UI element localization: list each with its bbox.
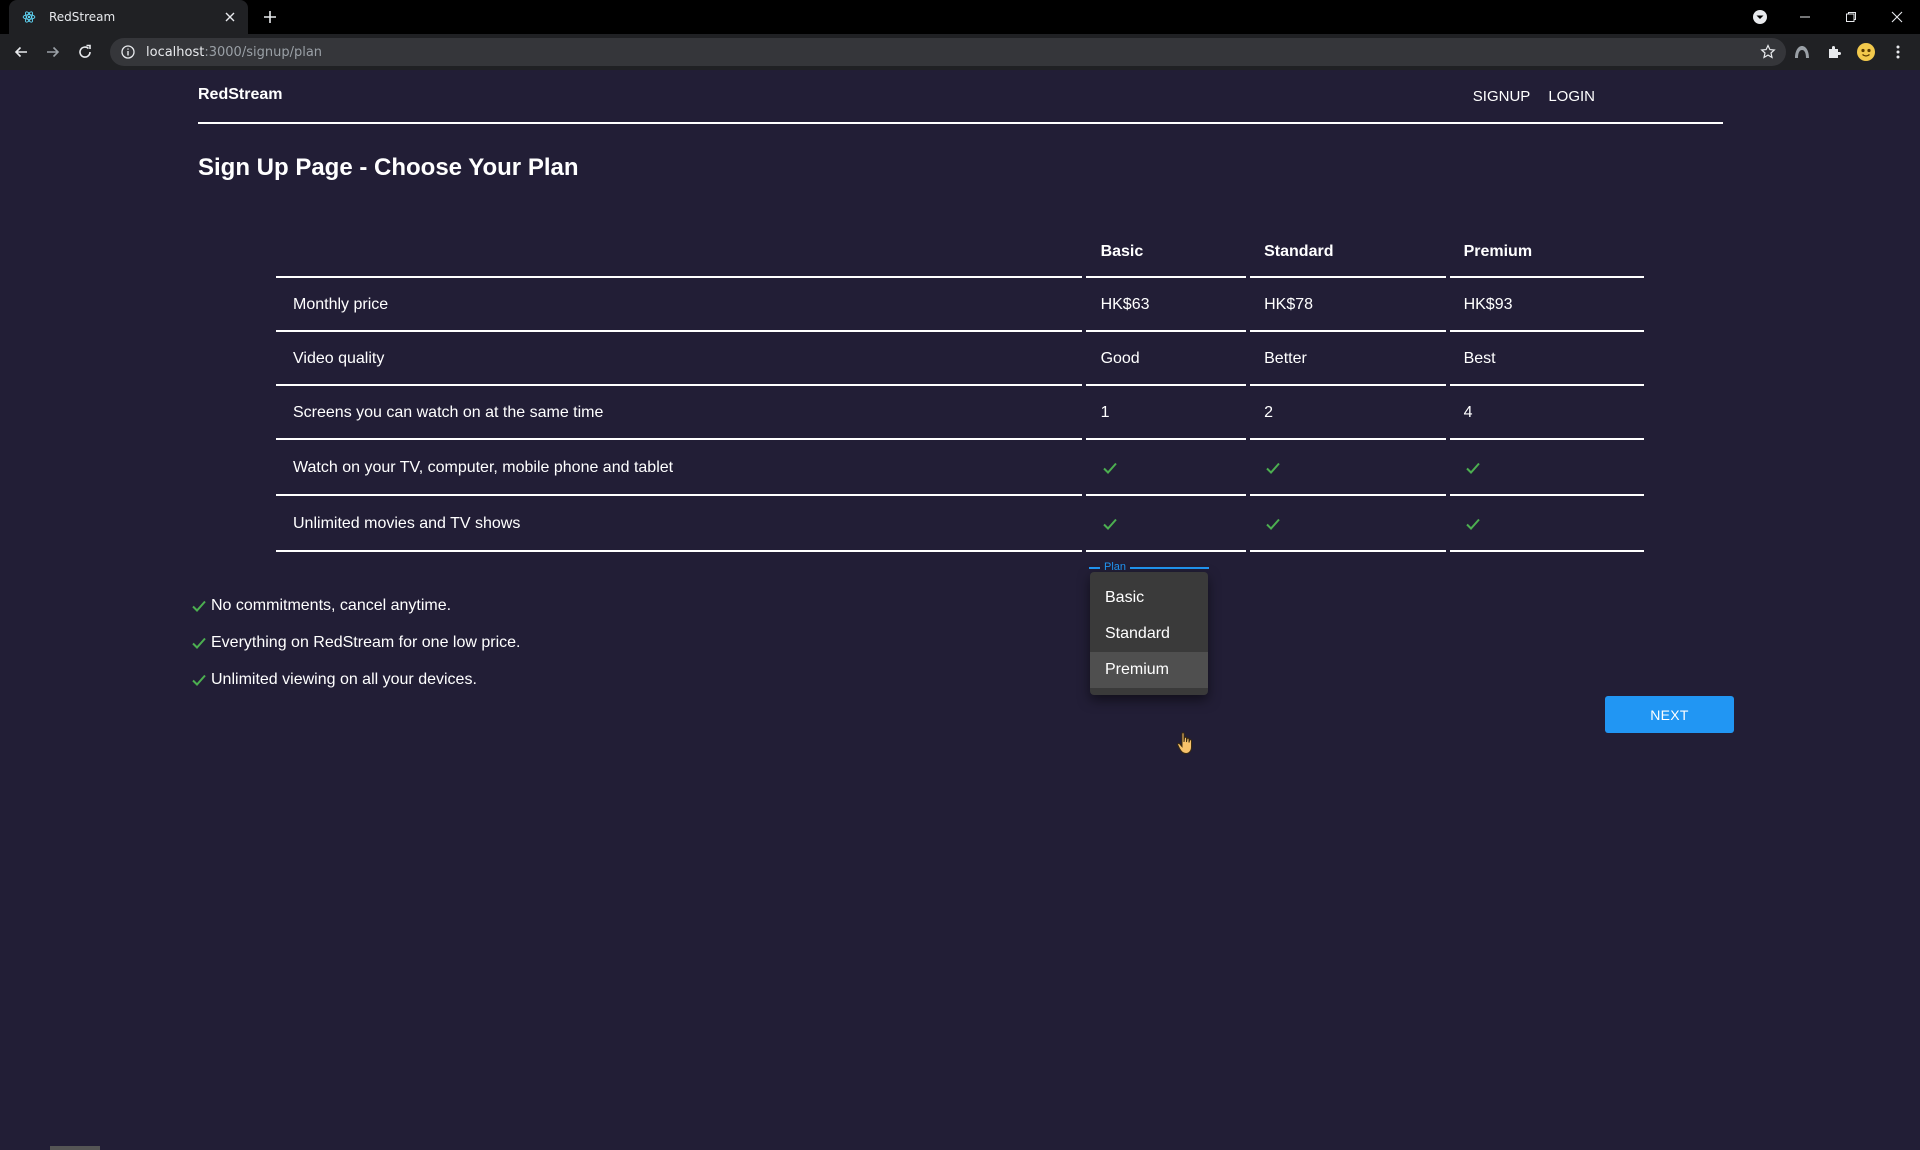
premium-check-icon: [1447, 440, 1644, 496]
table-row: Unlimited movies and TV shows: [276, 496, 1644, 552]
table-header-row: Basic Standard Premium: [276, 226, 1644, 278]
table-row: Monthly price HK$63 HK$78 HK$93: [276, 278, 1644, 332]
page: RedStream SIGNUP LOGIN Sign Up Page - Ch…: [0, 70, 1920, 1150]
plan-option-basic[interactable]: Basic: [1090, 580, 1208, 616]
feature-label: Watch on your TV, computer, mobile phone…: [293, 459, 674, 476]
check-icon: [192, 674, 206, 686]
page-title: Sign Up Page - Choose Your Plan: [198, 154, 579, 181]
list-item: Unlimited viewing on all your devices.: [190, 661, 520, 698]
list-item: Everything on RedStream for one low pric…: [190, 624, 520, 661]
premium-value: 4: [1463, 404, 1473, 421]
basic-check-icon: [1084, 440, 1244, 496]
browser-toolbar: localhost:3000/signup/plan: [0, 34, 1920, 70]
react-icon: [21, 9, 37, 25]
nav-links: SIGNUP LOGIN: [1473, 88, 1595, 105]
table-header-standard: Standard: [1264, 243, 1334, 260]
list-item: No commitments, cancel anytime.: [190, 587, 520, 624]
premium-value: Best: [1463, 350, 1496, 367]
benefit-text: Everything on RedStream for one low pric…: [211, 633, 521, 651]
forward-icon[interactable]: [41, 40, 65, 64]
address-bar[interactable]: localhost:3000/signup/plan: [110, 38, 1786, 66]
benefit-text: No commitments, cancel anytime.: [211, 596, 452, 614]
back-icon[interactable]: [9, 40, 33, 64]
hand-cursor-icon: [1176, 731, 1196, 755]
extension-arc-icon[interactable]: [1792, 42, 1812, 62]
nav-login-link[interactable]: LOGIN: [1548, 88, 1595, 105]
reload-icon[interactable]: [73, 40, 97, 64]
premium-check-icon: [1447, 496, 1644, 552]
browser-menu-icon[interactable]: [1888, 42, 1908, 62]
standard-value: HK$78: [1264, 296, 1314, 313]
table-header-feature: [276, 226, 1080, 278]
benefits-list: No commitments, cancel anytime. Everythi…: [190, 587, 520, 698]
plan-comparison-table: Basic Standard Premium Monthly price HK$…: [276, 226, 1644, 552]
check-icon: [192, 637, 206, 649]
plan-option-premium[interactable]: Premium: [1090, 652, 1208, 688]
next-button[interactable]: NEXT: [1605, 696, 1734, 733]
basic-value: 1: [1100, 404, 1110, 421]
feature-label: Unlimited movies and TV shows: [293, 515, 521, 532]
standard-value: 2: [1264, 404, 1274, 421]
brand-logo[interactable]: RedStream: [198, 86, 282, 104]
check-icon: [192, 600, 206, 612]
table-row: Watch on your TV, computer, mobile phone…: [276, 440, 1644, 496]
url-text: localhost:3000/signup/plan: [146, 44, 323, 60]
feature-label: Monthly price: [293, 296, 389, 313]
plan-option-standard[interactable]: Standard: [1090, 616, 1208, 652]
basic-check-icon: [1084, 496, 1244, 552]
browser-tab-bar: RedStream: [0, 0, 1920, 34]
browser-tab[interactable]: RedStream: [9, 0, 248, 34]
table-header-premium: Premium: [1463, 243, 1533, 260]
top-nav: RedStream SIGNUP LOGIN: [198, 70, 1723, 124]
feature-label: Screens you can watch on at the same tim…: [293, 404, 604, 421]
new-tab-icon[interactable]: [260, 7, 280, 27]
table-row: Screens you can watch on at the same tim…: [276, 386, 1644, 440]
nav-signup-link[interactable]: SIGNUP: [1473, 88, 1531, 105]
close-tab-icon[interactable]: [222, 9, 238, 25]
extensions-puzzle-icon[interactable]: [1824, 42, 1844, 62]
close-window-icon[interactable]: [1874, 0, 1920, 34]
profile-dropdown-icon[interactable]: [1737, 0, 1783, 34]
restore-icon[interactable]: [1828, 0, 1874, 34]
plan-select-menu: Basic Standard Premium: [1090, 572, 1208, 695]
profile-avatar-icon[interactable]: [1856, 42, 1876, 62]
standard-check-icon: [1247, 440, 1442, 496]
scroll-indicator: [50, 1146, 100, 1150]
feature-label: Video quality: [293, 350, 385, 367]
standard-check-icon: [1247, 496, 1442, 552]
bookmark-star-icon[interactable]: [1760, 44, 1776, 60]
tab-title: RedStream: [49, 10, 116, 24]
site-info-icon[interactable]: [120, 44, 136, 60]
minimize-icon[interactable]: [1782, 0, 1828, 34]
standard-value: Better: [1264, 350, 1307, 367]
premium-value: HK$93: [1463, 296, 1513, 313]
table-header-basic: Basic: [1100, 243, 1144, 260]
basic-value: HK$63: [1100, 296, 1150, 313]
basic-value: Good: [1100, 350, 1140, 367]
table-row: Video quality Good Better Best: [276, 332, 1644, 386]
benefit-text: Unlimited viewing on all your devices.: [211, 670, 477, 688]
